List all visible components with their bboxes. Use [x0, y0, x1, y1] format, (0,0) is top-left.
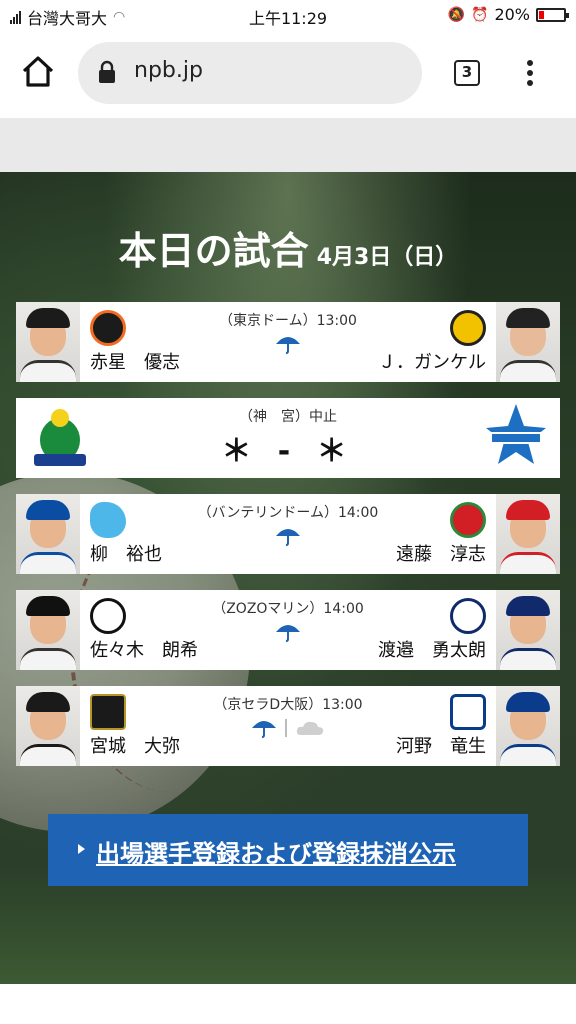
home-starting-pitcher[interactable]: 赤星 優志: [90, 348, 180, 374]
arrow-right-icon: [78, 844, 85, 854]
browser-menu-icon[interactable]: [520, 60, 540, 88]
game-card[interactable]: （京セラD大阪）13:00 宮城 大弥 河野 竜生: [16, 686, 560, 766]
umbrella-icon: [252, 721, 276, 738]
section-date: 4月3日（日）: [316, 245, 458, 270]
battery-icon: [536, 7, 569, 22]
player-registration-label: 出場選手登録および登録抹消公示: [96, 840, 456, 868]
url-text: npb.jp: [134, 58, 203, 83]
weather-divider: [285, 719, 287, 737]
carp-logo-icon: [450, 502, 486, 538]
section-title: 本日の試合 4月3日（日）: [0, 220, 576, 275]
game-card[interactable]: （神 宮）中止 ＊ - ＊: [16, 398, 560, 478]
player-photo: [496, 686, 560, 766]
tab-switcher-button[interactable]: 3: [454, 60, 480, 86]
clock: 上午11:29: [248, 9, 328, 28]
tigers-logo-icon: [450, 310, 486, 346]
home-starting-pitcher[interactable]: 柳 裕也: [90, 540, 162, 566]
alarm-icon: ⏰: [471, 6, 489, 23]
player-photo: [496, 302, 560, 382]
mute-icon: 🔕: [447, 6, 465, 23]
umbrella-icon: [276, 529, 300, 546]
section-title-text: 本日の試合: [118, 229, 309, 273]
umbrella-icon: [276, 625, 300, 642]
player-photo: [496, 590, 560, 670]
player-photo: [496, 494, 560, 574]
status-bar: 台灣大哥大 ◠ 上午11:29 🔕 ⏰ 20%: [0, 0, 576, 30]
player-registration-link[interactable]: 出場選手登録および登録抹消公示: [48, 814, 528, 886]
lock-icon: [99, 60, 115, 83]
game-venue-status: （神 宮）中止: [239, 409, 337, 425]
game-card[interactable]: （ZOZOマリン）14:00 佐々木 朗希 渡邉 勇太朗: [16, 590, 560, 670]
umbrella-icon: [276, 337, 300, 354]
home-icon[interactable]: [20, 54, 56, 90]
game-card[interactable]: （バンテリンドーム）14:00 柳 裕也 遠藤 淳志: [16, 494, 560, 574]
browser-toolbar: npb.jp 3: [0, 30, 576, 118]
site-header-strip: [0, 118, 576, 172]
away-starting-pitcher[interactable]: 渡邉 勇太朗: [378, 636, 486, 662]
fighters-logo-icon: [450, 694, 486, 730]
page-footer-area: [0, 984, 576, 1024]
baystars-logo-icon: [486, 404, 546, 464]
todays-games-section: 本日の試合 4月3日（日） （東京ドーム）13:00 赤星 優志 Ｊ．ガンケル （…: [0, 172, 576, 984]
lions-logo-icon: [450, 598, 486, 634]
home-starting-pitcher[interactable]: 宮城 大弥: [90, 732, 180, 758]
away-starting-pitcher[interactable]: Ｊ．ガンケル: [378, 348, 486, 374]
address-bar[interactable]: npb.jp: [78, 42, 422, 104]
game-card[interactable]: （東京ドーム）13:00 赤星 優志 Ｊ．ガンケル: [16, 302, 560, 382]
away-starting-pitcher[interactable]: 遠藤 淳志: [396, 540, 486, 566]
battery-percent: 20%: [494, 5, 530, 24]
home-starting-pitcher[interactable]: 佐々木 朗希: [90, 636, 198, 662]
game-score: ＊ - ＊: [221, 434, 355, 469]
cloud-icon: [296, 721, 324, 735]
away-starting-pitcher[interactable]: 河野 竜生: [396, 732, 486, 758]
